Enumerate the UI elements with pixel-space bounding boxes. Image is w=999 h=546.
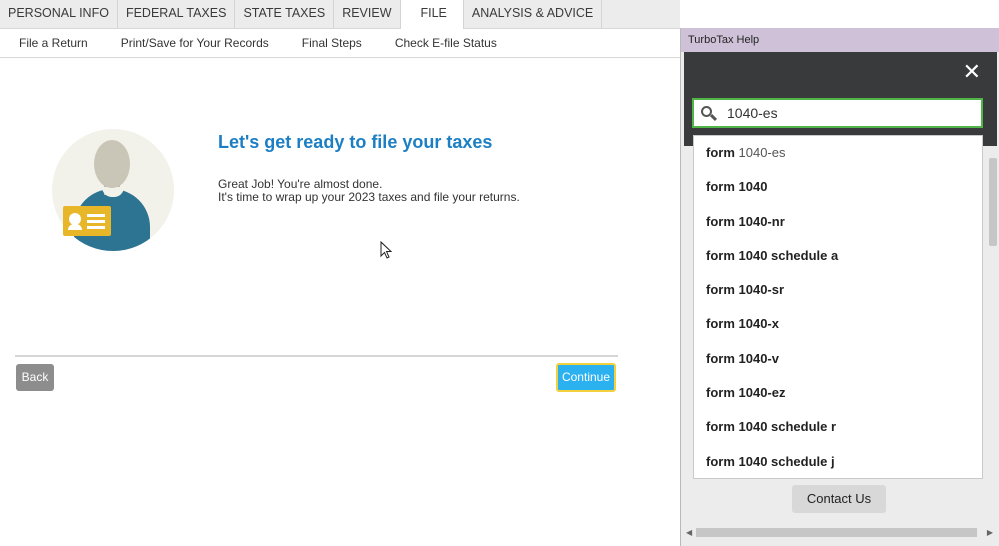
- mouse-pointer-icon: [380, 241, 392, 259]
- back-button[interactable]: Back: [16, 364, 54, 391]
- continue-button[interactable]: Continue: [556, 363, 616, 392]
- page-body: Great Job! You're almost done. It's time…: [218, 178, 520, 204]
- tab-federal-taxes[interactable]: FEDERAL TAXES: [118, 0, 236, 28]
- suggestion-item[interactable]: form 1040-ez: [694, 376, 982, 410]
- suggestion-item[interactable]: form 1040-nr: [694, 205, 982, 239]
- suggestion-bold: form 1040 schedule r: [706, 419, 837, 435]
- scrollbar-thumb[interactable]: [696, 528, 977, 537]
- help-vertical-scrollbar[interactable]: [989, 158, 997, 246]
- body-line-2: It's time to wrap up your 2023 taxes and…: [218, 190, 520, 204]
- id-card-icon: [63, 206, 111, 236]
- help-search-box: [692, 98, 983, 128]
- subnav-print-save[interactable]: Print/Save for Your Records: [102, 36, 269, 50]
- tab-personal-info[interactable]: PERSONAL INFO: [0, 0, 118, 28]
- page-title: Let's get ready to file your taxes: [218, 132, 493, 152]
- help-panel: TurboTax Help ✕ form 1040-es form 1040 f…: [680, 28, 999, 546]
- contact-us-button[interactable]: Contact Us: [792, 485, 886, 513]
- id-card-shoulders: [68, 224, 82, 230]
- suggestion-item[interactable]: form 1040 schedule r: [694, 410, 982, 444]
- suggestion-bold: form 1040-x: [706, 316, 779, 332]
- subnav-file-a-return[interactable]: File a Return: [0, 36, 88, 50]
- suggestion-bold: form 1040-v: [706, 350, 779, 366]
- suggestion-bold: form 1040 schedule j: [706, 453, 835, 469]
- divider: [15, 355, 618, 357]
- suggestion-item[interactable]: form 1040-es: [694, 136, 982, 170]
- search-icon-handle: [709, 113, 718, 122]
- subnav-final-steps[interactable]: Final Steps: [283, 36, 362, 50]
- tab-analysis-advice[interactable]: ANALYSIS & ADVICE: [464, 0, 603, 28]
- scroll-right-icon[interactable]: ▶: [987, 528, 993, 537]
- subnav-check-efile-status[interactable]: Check E-file Status: [376, 36, 497, 50]
- id-card-line: [87, 214, 105, 217]
- suggestion-bold: form 1040 schedule a: [706, 247, 839, 263]
- suggestion-bold: form: [706, 145, 735, 160]
- suggestion-bold: form 1040-nr: [706, 213, 785, 229]
- suggestion-item[interactable]: form 1040-sr: [694, 273, 982, 307]
- id-card-line: [87, 226, 105, 229]
- suggestion-item[interactable]: form 1040 schedule j: [694, 445, 982, 478]
- suggestion-item[interactable]: form 1040-x: [694, 307, 982, 341]
- suggestion-bold: form 1040: [706, 179, 768, 195]
- scroll-left-icon[interactable]: ◀: [686, 528, 692, 537]
- avatar-head: [94, 140, 130, 188]
- suggestion-item[interactable]: form 1040-v: [694, 342, 982, 376]
- tab-file[interactable]: FILE: [400, 0, 464, 29]
- sub-nav: File a Return Print/Save for Your Record…: [0, 29, 680, 58]
- search-suggestions: form 1040-es form 1040 form 1040-nr form…: [693, 135, 983, 479]
- top-tabs: PERSONAL INFO FEDERAL TAXES STATE TAXES …: [0, 0, 680, 29]
- suggestion-item[interactable]: form 1040 schedule a: [694, 239, 982, 273]
- id-card-line: [87, 220, 105, 223]
- help-search-input[interactable]: [724, 105, 981, 121]
- tab-review[interactable]: REVIEW: [334, 0, 401, 28]
- tab-state-taxes[interactable]: STATE TAXES: [235, 0, 335, 28]
- suggestion-item[interactable]: form 1040: [694, 170, 982, 204]
- turbotax-app: PERSONAL INFO FEDERAL TAXES STATE TAXES …: [0, 0, 999, 546]
- search-icon: [694, 100, 724, 126]
- suggestion-rest: 1040-es: [734, 145, 786, 160]
- suggestion-bold: form 1040-sr: [706, 282, 785, 298]
- help-window-title: TurboTax Help: [681, 28, 999, 52]
- help-horizontal-scrollbar[interactable]: ◀ ▶: [684, 526, 995, 540]
- close-icon[interactable]: ✕: [963, 61, 981, 83]
- suggestion-bold: form 1040-ez: [706, 385, 786, 401]
